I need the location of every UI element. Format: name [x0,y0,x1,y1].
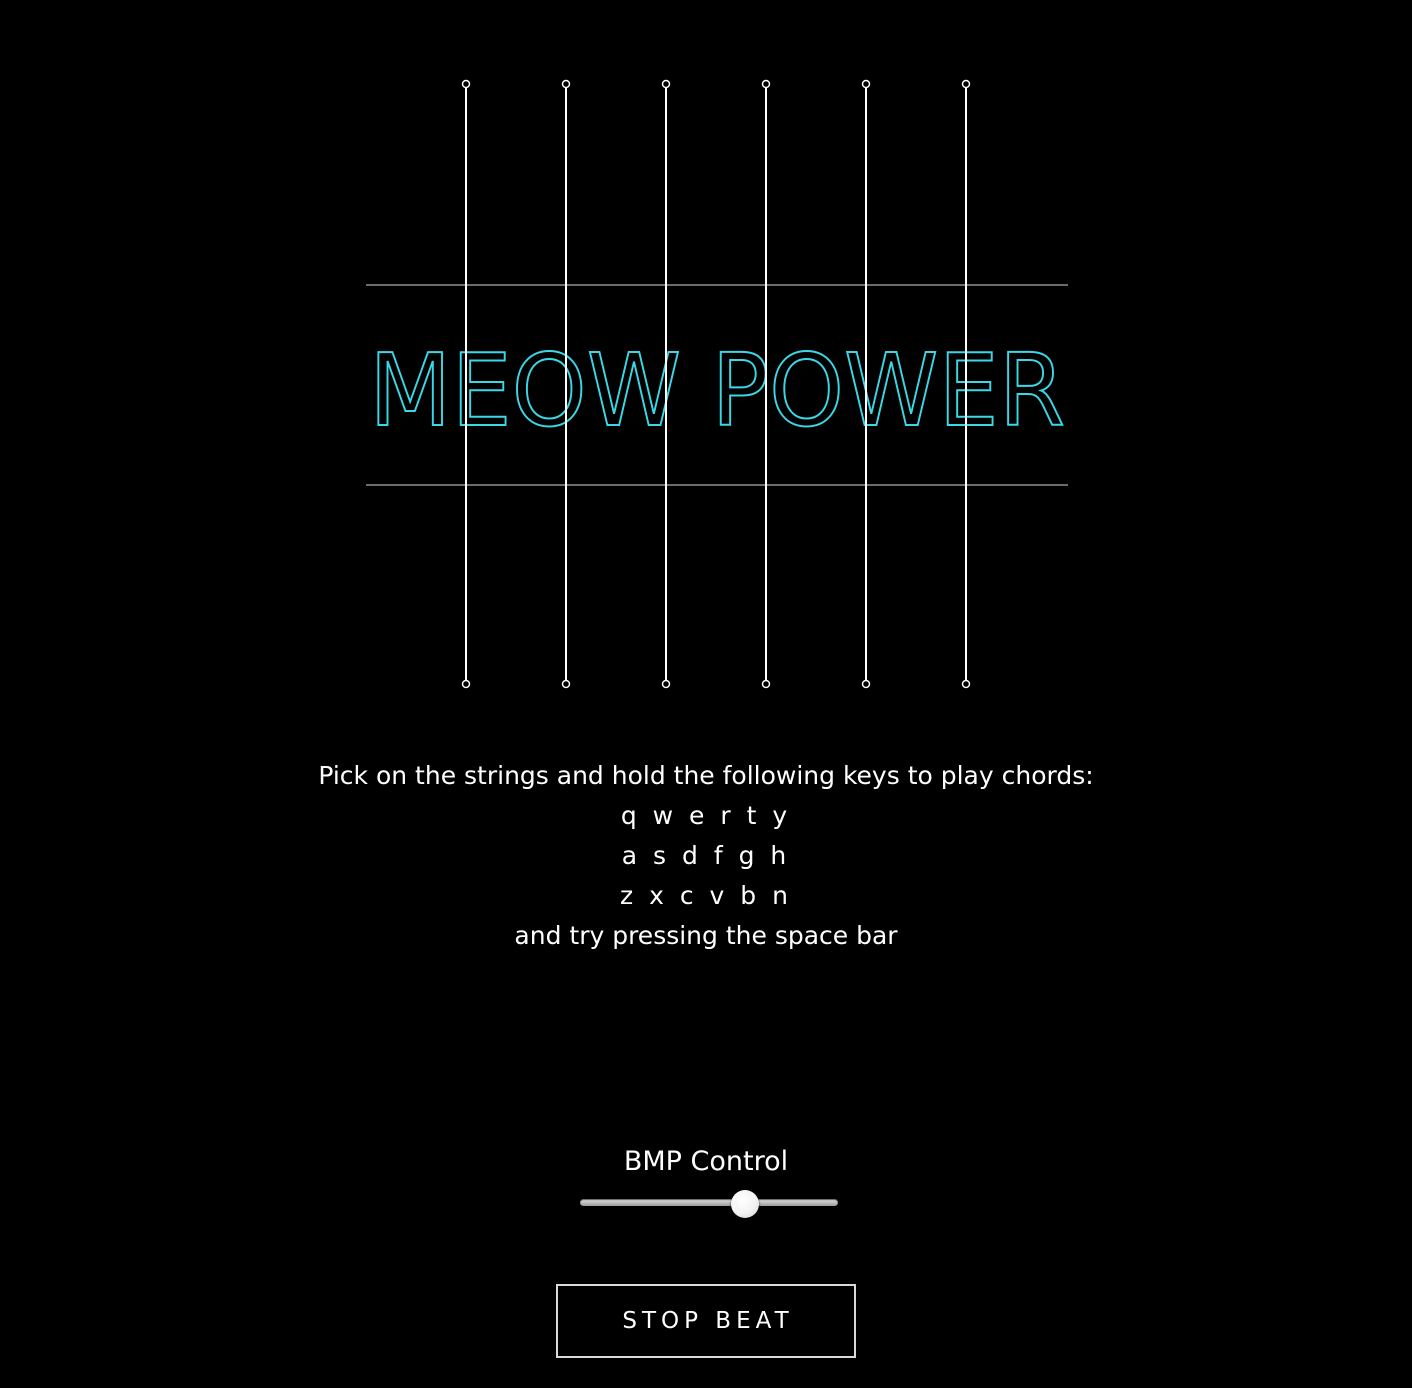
bpm-control-label: BMP Control [623,1146,789,1177]
string-4-top-peg [761,79,771,89]
app-title: MEOW POWER [369,332,1065,449]
bpm-slider-thumb[interactable] [731,1190,760,1218]
string-6-bottom-peg [961,679,971,689]
string-3-bottom-peg [661,679,671,689]
string-2-top-peg [561,79,571,89]
stop-beat-button[interactable]: STOP BEAT [556,1284,856,1358]
bpm-slider[interactable] [580,1190,838,1218]
guitar-stage: MEOW POWER [366,79,1068,689]
string-2-bottom-peg [561,679,571,689]
bpm-slider-track[interactable] [580,1199,838,1206]
string-5-top-peg [861,79,871,89]
string-6-top-peg [961,79,971,89]
chord-keys-row-3: z x c v b n [620,881,792,910]
string-3-top-peg [661,79,671,89]
string-4-bottom-peg [761,679,771,689]
instructions-intro: Pick on the strings and hold the followi… [318,761,1094,790]
instructions: Pick on the strings and hold the followi… [0,756,1412,956]
chord-keys-row-2: a s d f g h [621,841,791,870]
string-5-bottom-peg [861,679,871,689]
string-1-bottom-peg [461,679,471,689]
instructions-outro: and try pressing the space bar [514,921,898,950]
string-1-top-peg [461,79,471,89]
chord-keys-row-1: q w e r t y [620,801,792,830]
